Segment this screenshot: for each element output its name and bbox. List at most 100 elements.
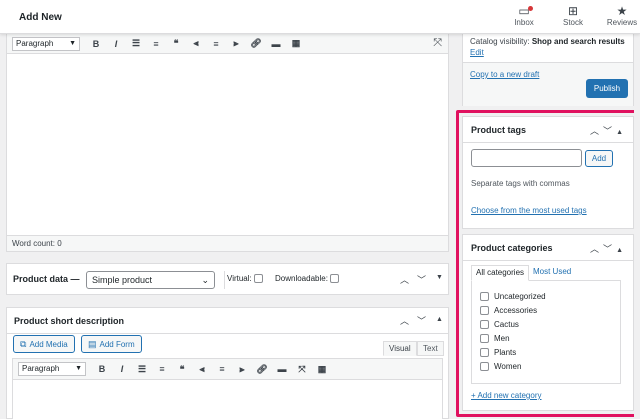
link-icon[interactable]: 🔗︎ bbox=[252, 364, 272, 375]
divider bbox=[224, 271, 225, 289]
add-media-label: Add Media bbox=[29, 340, 68, 349]
tag-input[interactable] bbox=[471, 149, 582, 167]
align-right-icon[interactable]: ⫸ bbox=[226, 38, 246, 49]
short-description-toolbar: Paragraph ▼ B I ☰ ≡ ❝ ⫷ ≡ ⫸ 🔗︎ ▬ ⤧ ▦ bbox=[12, 358, 443, 380]
italic-icon[interactable]: I bbox=[112, 364, 132, 374]
read-more-icon[interactable]: ▬ bbox=[266, 39, 286, 49]
scrollbar[interactable] bbox=[634, 34, 640, 419]
fullscreen-icon[interactable]: ⤧ bbox=[292, 364, 312, 375]
move-down-icon[interactable]: ﹀ bbox=[417, 314, 426, 327]
move-down-icon[interactable]: ﹀ bbox=[603, 126, 616, 136]
align-center-icon[interactable]: ≡ bbox=[206, 39, 226, 49]
category-checkbox[interactable] bbox=[480, 348, 489, 358]
add-media-button[interactable]: ⧉ Add Media bbox=[13, 335, 75, 353]
page-title: Add New bbox=[19, 12, 62, 23]
italic-icon[interactable]: I bbox=[106, 39, 126, 49]
product-type-select[interactable]: Simple product ⌄ bbox=[86, 271, 215, 289]
collapse-icon[interactable]: ▼ bbox=[436, 274, 443, 281]
tab-most-used[interactable]: Most Used bbox=[529, 265, 575, 281]
box-controls: ︿﹀▲ bbox=[590, 124, 627, 137]
format-select[interactable]: Paragraph ▼ bbox=[18, 362, 86, 376]
catalog-visibility-value: Shop and search results bbox=[531, 37, 625, 46]
move-down-icon[interactable]: ﹀ bbox=[603, 244, 616, 254]
downloadable-option: Downloadable: bbox=[275, 274, 340, 284]
category-checkbox[interactable] bbox=[480, 362, 489, 372]
choose-most-used-tags-link[interactable]: Choose from the most used tags bbox=[471, 206, 587, 215]
category-label: Accessories bbox=[494, 306, 538, 315]
downloadable-checkbox[interactable] bbox=[330, 274, 340, 284]
align-left-icon[interactable]: ⫷ bbox=[186, 38, 206, 49]
product-data-panel: Product data — Simple product ⌄ Virtual:… bbox=[6, 263, 449, 295]
word-count: Word count: 0 bbox=[7, 235, 448, 251]
category-item[interactable]: Accessories bbox=[480, 306, 538, 316]
move-down-icon[interactable]: ﹀ bbox=[417, 273, 426, 286]
catalog-visibility-label: Catalog visibility: bbox=[470, 37, 530, 46]
fullscreen-icon[interactable]: ⤧ bbox=[433, 37, 442, 50]
link-icon[interactable]: 🔗︎ bbox=[246, 38, 266, 49]
align-center-icon[interactable]: ≡ bbox=[212, 364, 232, 374]
notification-dot bbox=[528, 6, 533, 11]
editor-body[interactable] bbox=[7, 54, 448, 235]
collapse-icon[interactable]: ▲ bbox=[616, 129, 627, 136]
bold-icon[interactable]: B bbox=[92, 364, 112, 374]
tab-text[interactable]: Text bbox=[417, 341, 444, 356]
bold-icon[interactable]: B bbox=[86, 39, 106, 49]
add-form-button[interactable]: ▤ Add Form bbox=[81, 335, 142, 353]
format-select[interactable]: Paragraph ▼ bbox=[12, 36, 80, 51]
collapse-icon[interactable]: ▲ bbox=[436, 316, 443, 323]
chevron-down-icon: ▼ bbox=[69, 39, 76, 47]
category-item[interactable]: Cactus bbox=[480, 320, 519, 330]
align-left-icon[interactable]: ⫷ bbox=[192, 364, 212, 375]
numbered-list-icon[interactable]: ≡ bbox=[152, 364, 172, 374]
reviews-label: Reviews bbox=[606, 18, 638, 27]
category-checkbox[interactable] bbox=[480, 292, 489, 302]
numbered-list-icon[interactable]: ≡ bbox=[146, 39, 166, 49]
stock-button[interactable]: ⊞ Stock bbox=[553, 4, 593, 27]
product-categories-title: Product categories bbox=[471, 243, 553, 253]
toolbar-toggle-icon[interactable]: ▦ bbox=[286, 38, 306, 49]
virtual-checkbox[interactable] bbox=[254, 274, 263, 284]
short-description-panel: Product short description ︿ ﹀ ▲ ⧉ Add Med… bbox=[6, 307, 449, 419]
editor-toolbar: Paragraph ▼ B I ☰ ≡ ❝ ⫷ ≡ ⫸ 🔗︎ ▬ ▦ ⤧ bbox=[7, 34, 448, 54]
category-label: Men bbox=[494, 334, 510, 343]
virtual-label: Virtual: bbox=[227, 274, 252, 283]
category-checkbox[interactable] bbox=[480, 334, 489, 344]
chevron-down-icon: ▼ bbox=[75, 365, 82, 372]
move-up-icon[interactable]: ︿ bbox=[590, 126, 603, 136]
category-item[interactable]: Uncategorized bbox=[480, 292, 546, 302]
category-label: Women bbox=[494, 362, 522, 371]
product-data-label: Product data — bbox=[13, 274, 80, 284]
tab-visual[interactable]: Visual bbox=[383, 341, 417, 356]
category-label: Cactus bbox=[494, 320, 519, 329]
category-label: Uncategorized bbox=[494, 292, 546, 301]
product-tags-header: Product tags ︿﹀▲ bbox=[463, 117, 633, 143]
read-more-icon[interactable]: ▬ bbox=[272, 364, 292, 374]
copy-to-draft-link[interactable]: Copy to a new draft bbox=[470, 70, 539, 79]
add-tag-button[interactable]: Add bbox=[585, 150, 613, 167]
inbox-button[interactable]: ▭ Inbox bbox=[504, 4, 544, 27]
bullet-list-icon[interactable]: ☰ bbox=[126, 38, 146, 49]
toolbar-toggle-icon[interactable]: ▦ bbox=[312, 364, 332, 375]
move-up-icon[interactable]: ︿ bbox=[400, 314, 409, 327]
short-description-body[interactable] bbox=[12, 380, 443, 419]
reviews-button[interactable]: ★ Reviews bbox=[602, 4, 640, 27]
align-right-icon[interactable]: ⫸ bbox=[232, 364, 252, 375]
add-new-category-link[interactable]: + Add new category bbox=[471, 391, 542, 400]
blockquote-icon[interactable]: ❝ bbox=[172, 364, 192, 375]
tag-hint: Separate tags with commas bbox=[471, 179, 570, 188]
category-item[interactable]: Men bbox=[480, 334, 510, 344]
move-up-icon[interactable]: ︿ bbox=[400, 273, 409, 286]
move-up-icon[interactable]: ︿ bbox=[590, 244, 603, 254]
category-item[interactable]: Plants bbox=[480, 348, 516, 358]
catalog-visibility-edit-link[interactable]: Edit bbox=[470, 48, 484, 57]
publish-button[interactable]: Publish bbox=[586, 79, 628, 98]
product-categories-box: Product categories ︿﹀▲ All categories Mo… bbox=[462, 234, 634, 411]
category-checkbox[interactable] bbox=[480, 306, 489, 316]
tab-all-categories[interactable]: All categories bbox=[471, 265, 530, 281]
box-controls: ︿﹀▲ bbox=[590, 242, 627, 255]
blockquote-icon[interactable]: ❝ bbox=[166, 38, 186, 49]
category-item[interactable]: Women bbox=[480, 362, 522, 372]
collapse-icon[interactable]: ▲ bbox=[616, 247, 627, 254]
bullet-list-icon[interactable]: ☰ bbox=[132, 364, 152, 375]
category-checkbox[interactable] bbox=[480, 320, 489, 330]
